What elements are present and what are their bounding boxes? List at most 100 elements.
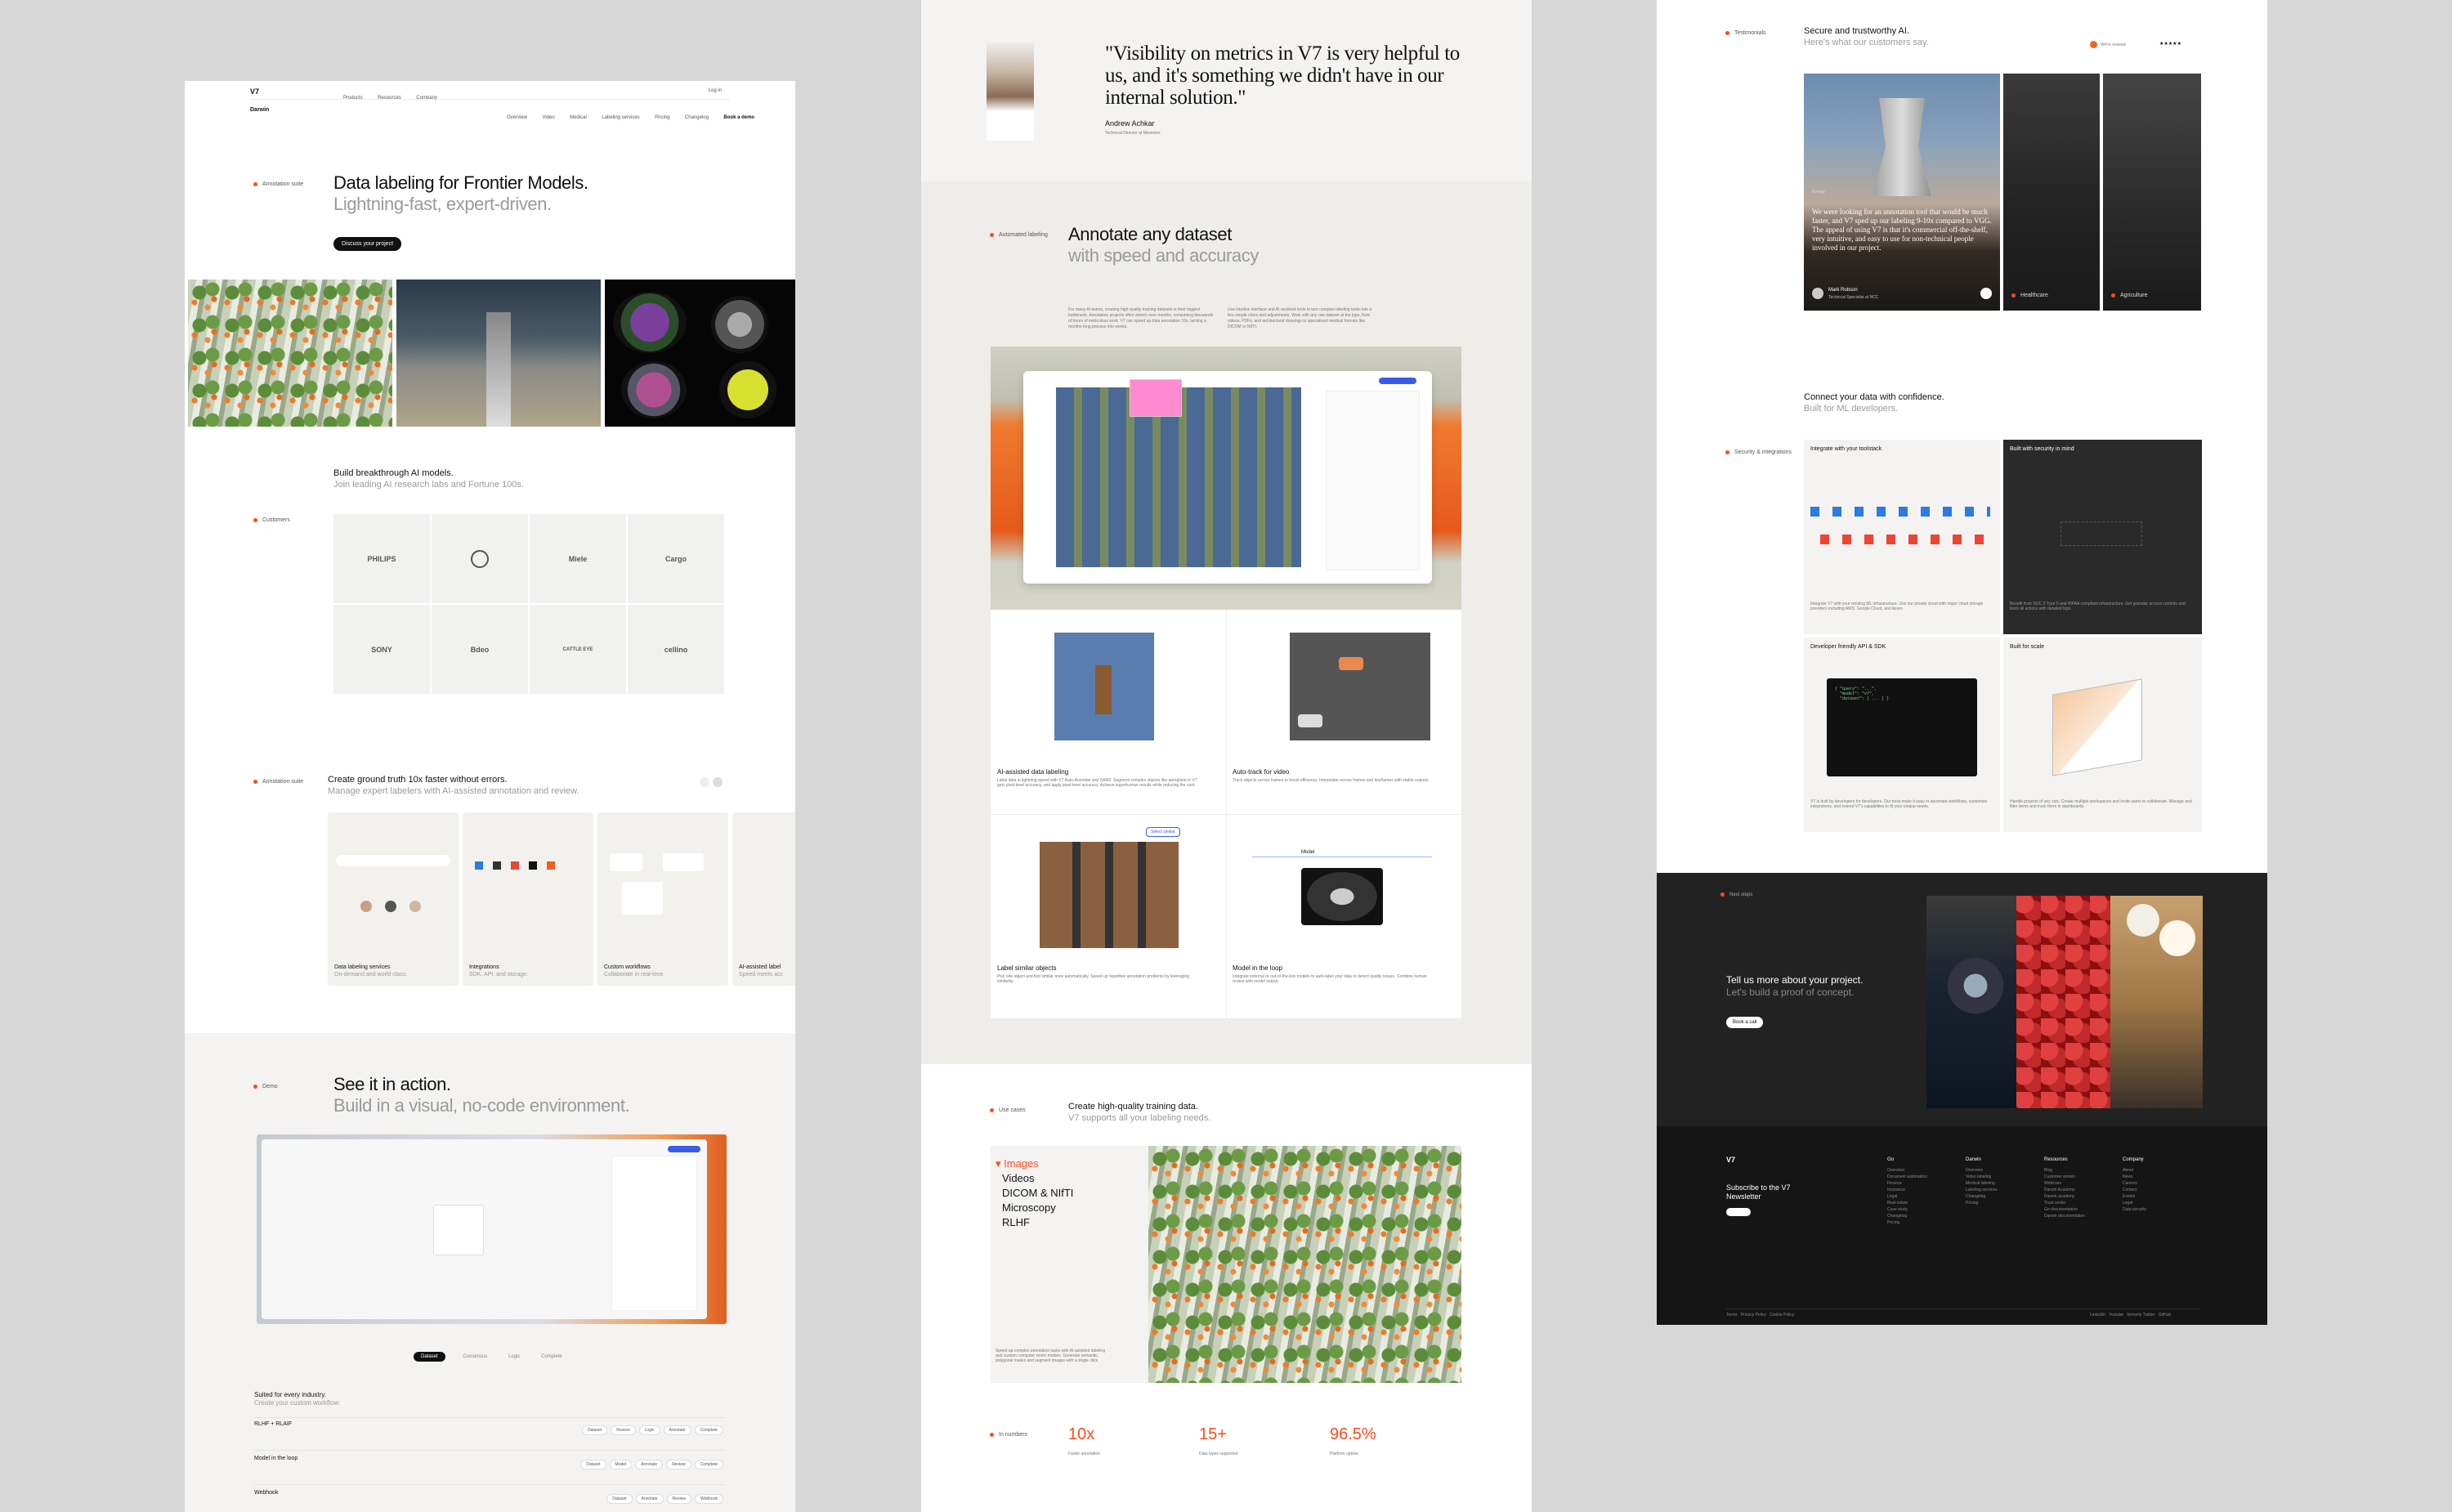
connect-card-scale[interactable]: Built for scale Handle projects of any s… (2003, 637, 2202, 832)
bullet-dot-icon (253, 1084, 257, 1089)
subnav-medical[interactable]: Medical (570, 115, 587, 120)
subnav-pricing[interactable]: Pricing (655, 115, 669, 120)
use-case-tab-images[interactable]: ▾ Images (996, 1157, 1039, 1170)
select-similar-button[interactable]: Select similar (1146, 827, 1180, 837)
cta-image-blood-cells (2016, 896, 2110, 1108)
connect-card-api[interactable]: Developer friendly API & SDK { "query": … (1804, 637, 2000, 832)
footer-link[interactable]: Careers (2123, 1180, 2146, 1187)
footer-link[interactable]: About (2123, 1167, 2146, 1174)
footer-link[interactable]: Case study (1887, 1206, 1927, 1213)
footer-link[interactable]: Legal (2123, 1200, 2146, 1206)
feature-card-ai-assisted[interactable]: AI-assisted label Speed meets acc (732, 812, 795, 986)
footer-link[interactable]: Darwin academy (2044, 1193, 2085, 1200)
testimonial-card-healthcare[interactable]: Healthcare (2003, 74, 2100, 311)
footer-link[interactable]: Overview (1887, 1167, 1927, 1174)
footer-cookie-link[interactable]: Cookie Policy (1770, 1313, 1794, 1317)
connect-card-security[interactable]: Built with security in mind Benefit from… (2003, 440, 2202, 634)
footer-link[interactable]: Real estate (1887, 1200, 1927, 1206)
nav-resources[interactable]: Resources (378, 96, 401, 101)
footer-link[interactable]: Darwin documentation (2044, 1213, 2085, 1219)
footer-link[interactable]: Data security (2123, 1206, 2146, 1213)
footer-twitter-link[interactable]: formerly Twitter (2127, 1313, 2154, 1317)
use-case-tab-rlhf[interactable]: RLHF (1002, 1216, 1030, 1228)
footer-link[interactable]: Insurance (1887, 1187, 1927, 1193)
discuss-project-button[interactable]: Discuss your project (333, 237, 402, 251)
model-label: Model (1301, 850, 1315, 855)
footer-github-link[interactable]: GitHub (2159, 1313, 2172, 1317)
login-link[interactable]: Log in (709, 88, 722, 93)
feature-card-labeling[interactable]: Data labeling services On-demand and wor… (328, 812, 459, 986)
footer-link[interactable]: Labeling services (1966, 1187, 1998, 1193)
workflow-name-webhook[interactable]: Webhook (254, 1490, 278, 1496)
footer-col-resources: Resources Blog Customer stories Webinars Da… (2044, 1157, 2085, 1219)
footer-link[interactable]: Legal (1887, 1193, 1927, 1200)
demo-screenshot[interactable] (257, 1134, 727, 1324)
footer-link[interactable]: Pricing (1887, 1219, 1927, 1226)
subnav-overview[interactable]: Overview (507, 115, 527, 120)
demo-tab-dataset[interactable]: Dataset (414, 1352, 445, 1362)
footer-link[interactable]: Trust center (2044, 1200, 2085, 1206)
feature-card-integrations[interactable]: Integrations SDK, API, and storage. (463, 812, 593, 986)
footer-link[interactable]: News (2123, 1174, 2146, 1180)
nav-company[interactable]: Company (416, 96, 437, 101)
testimonial-card-energy[interactable]: Energy We were looking for an annotation… (1804, 74, 2000, 311)
newsletter-subscribe-toggle[interactable] (1726, 1208, 1751, 1216)
connect-title: Connect your data with confidence. (1804, 392, 1944, 402)
demo-tab-logic[interactable]: Logic (508, 1354, 520, 1359)
footer-terms-link[interactable]: Terms (1726, 1313, 1738, 1317)
use-case-tab-dicom[interactable]: DICOM & NIfTI (1002, 1187, 1073, 1199)
nav-products[interactable]: Products (343, 96, 363, 101)
section-label-annotation: Annotation suite (253, 181, 303, 187)
footer-youtube-link[interactable]: Youtube (2109, 1313, 2123, 1317)
carousel-prev-button[interactable] (700, 777, 709, 787)
workflow-name-model[interactable]: Model in the loop (254, 1456, 298, 1461)
footer-link[interactable]: Finance (1887, 1180, 1927, 1187)
feature-card-workflows[interactable]: Custom workflows Collaborate in real-tim… (597, 812, 728, 986)
footer-link[interactable]: Changelog (1887, 1213, 1927, 1219)
footer-link[interactable]: Events (2123, 1193, 2146, 1200)
use-case-tab-videos[interactable]: Videos (1002, 1172, 1035, 1184)
footer-link[interactable]: Medical labeling (1966, 1180, 1998, 1187)
footer-link[interactable]: Video labeling (1966, 1174, 1998, 1180)
footer-linkedin-link[interactable]: LinkedIn (2090, 1313, 2105, 1317)
book-call-button[interactable]: Book a call (1726, 1017, 1764, 1028)
subnav-video[interactable]: Video (542, 115, 554, 120)
footer-link[interactable]: Overview (1966, 1167, 1998, 1174)
cta-section: Next steps Tell us more about your proje… (1657, 873, 2267, 1126)
subnav-changelog[interactable]: Changelog (685, 115, 709, 120)
footer-link[interactable]: Pricing (1966, 1200, 1998, 1206)
workflow-name-rlhf[interactable]: RLHF + RLAIF (254, 1421, 292, 1427)
section-label-numbers: In numbers (990, 1432, 1027, 1438)
footer-logo[interactable]: V7 (1726, 1156, 1735, 1164)
use-case-tab-microscopy[interactable]: Microscopy (1002, 1201, 1056, 1214)
footer: V7 Subscribe to the V7 Newsletter Go Ove… (1657, 1126, 2267, 1325)
testimonial-next-button[interactable] (1980, 288, 1992, 299)
footer-link[interactable]: Go documentation (2044, 1206, 2085, 1213)
footer-link[interactable]: Blog (2044, 1167, 2085, 1174)
footer-link[interactable]: Webinars (2044, 1180, 2085, 1187)
warehouse-image (396, 280, 601, 427)
demo-tab-complete[interactable]: Complete (541, 1354, 562, 1359)
footer-link[interactable]: Contact (2123, 1187, 2146, 1193)
footer-link[interactable]: Darwin Academy (2044, 1187, 2085, 1193)
footer-privacy-link[interactable]: Privacy Policy (1741, 1313, 1766, 1317)
customer-logo-philips: PHILIPS (333, 514, 430, 603)
rating-badge[interactable]: We're reviews (2090, 41, 2126, 48)
demo-tab-consensus[interactable]: Consensus (463, 1354, 487, 1359)
footer-link[interactable]: Customer stories (2044, 1174, 2085, 1180)
footer-link[interactable]: Document automation (1887, 1174, 1927, 1180)
quote-role: Technical Director at Miovision (1105, 131, 1161, 136)
testimonial-card-agriculture[interactable]: Agriculture (2103, 74, 2201, 311)
connect-card-toolstack[interactable]: Integrate with your toolstack Integrate … (1804, 440, 2000, 634)
grid-card-desc-similar: Pick one object and find similar ones au… (997, 974, 1190, 984)
v7-logo[interactable]: V7 (250, 87, 259, 96)
book-demo-link[interactable]: Book a demo (723, 115, 754, 120)
solar-panel-annotation-screenshot[interactable] (991, 347, 1461, 610)
testimonial-quote: "Visibility on metrics in V7 is very hel… (1105, 42, 1460, 109)
footer-link[interactable]: Changelog (1966, 1193, 1998, 1200)
grid-card-title-model: Model in the loop (1233, 964, 1282, 972)
bullet-dot-icon (2011, 293, 2016, 297)
carousel-next-button[interactable] (713, 777, 723, 787)
subnav-labeling[interactable]: Labeling services (602, 115, 639, 120)
subnav-brand[interactable]: Darwin (250, 107, 269, 113)
